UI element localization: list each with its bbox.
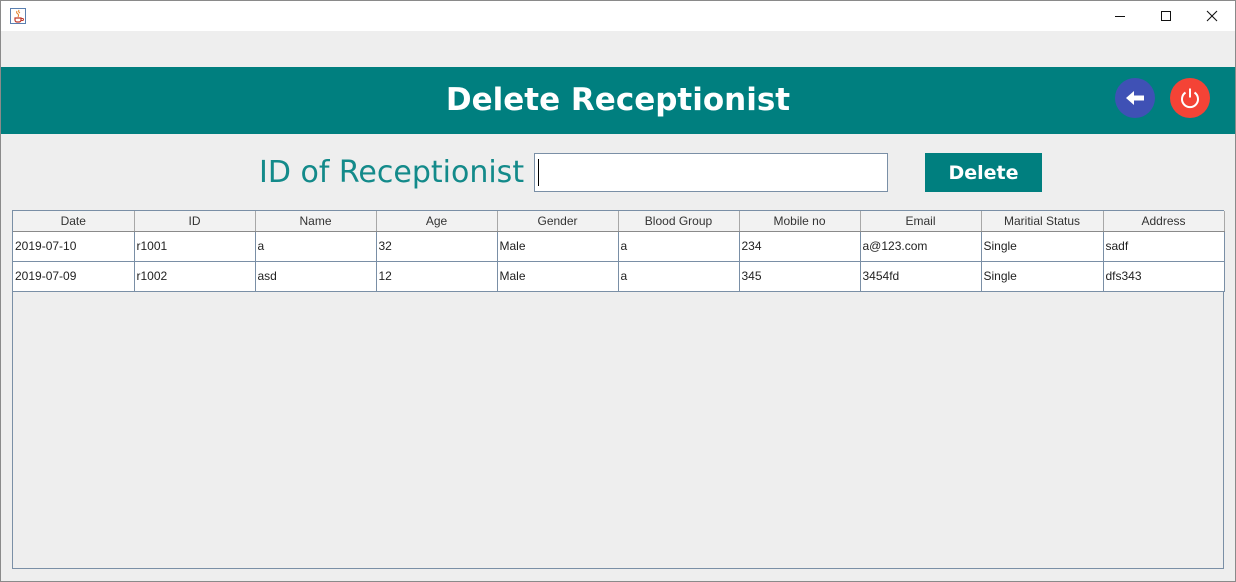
minimize-button[interactable] bbox=[1097, 1, 1143, 31]
delete-button[interactable]: Delete bbox=[925, 153, 1042, 192]
maximize-icon bbox=[1161, 11, 1171, 21]
column-header[interactable]: Email bbox=[860, 211, 982, 232]
id-of-receptionist-label: ID of Receptionist bbox=[259, 155, 525, 190]
column-header[interactable]: ID bbox=[134, 211, 256, 232]
table-cell[interactable]: r1001 bbox=[134, 231, 256, 262]
table-cell[interactable]: Single bbox=[981, 261, 1104, 292]
table-cell[interactable]: sadf bbox=[1103, 231, 1225, 262]
table-cell[interactable]: 2019-07-09 bbox=[13, 261, 135, 292]
table-cell[interactable]: a bbox=[255, 231, 377, 262]
back-button[interactable] bbox=[1115, 78, 1155, 118]
table-cell[interactable]: dfs343 bbox=[1103, 261, 1225, 292]
application-window: Delete Receptionist ID of Receptionist D… bbox=[0, 0, 1236, 582]
table-cell[interactable]: Male bbox=[497, 261, 619, 292]
table-cell[interactable]: Single bbox=[981, 231, 1104, 262]
table-body: 2019-07-10 r1001 a 32 Male a 234 a@123.com Singl… bbox=[13, 231, 1225, 292]
power-button[interactable] bbox=[1170, 78, 1210, 118]
table-cell[interactable]: r1002 bbox=[134, 261, 256, 292]
maximize-button[interactable] bbox=[1143, 1, 1189, 31]
table-header-row: Date ID Name Age Gender Blood Group Mobile no E… bbox=[13, 211, 1225, 232]
table-cell[interactable]: a bbox=[618, 231, 740, 262]
table-cell[interactable]: 32 bbox=[376, 231, 498, 262]
table-cell[interactable]: a bbox=[618, 261, 740, 292]
column-header[interactable]: Gender bbox=[497, 211, 619, 232]
table-cell[interactable]: 3454fd bbox=[860, 261, 982, 292]
table-cell[interactable]: a@123.com bbox=[860, 231, 982, 262]
java-cup-icon bbox=[10, 8, 26, 24]
column-header[interactable]: Age bbox=[376, 211, 498, 232]
arrow-left-icon bbox=[1126, 91, 1144, 105]
table-cell[interactable]: Male bbox=[497, 231, 619, 262]
receptionist-table[interactable]: Date ID Name Age Gender Blood Group Mobile no E… bbox=[12, 210, 1225, 569]
receptionist-id-input[interactable] bbox=[534, 153, 888, 192]
power-icon bbox=[1181, 88, 1199, 109]
column-header[interactable]: Name bbox=[255, 211, 377, 232]
page-title: Delete Receptionist bbox=[445, 82, 791, 118]
table-cell[interactable]: 234 bbox=[739, 231, 861, 262]
column-header[interactable]: Date bbox=[13, 211, 135, 232]
column-header[interactable]: Address bbox=[1103, 211, 1225, 232]
column-header[interactable]: Mobile no bbox=[739, 211, 861, 232]
minimize-icon bbox=[1115, 16, 1125, 17]
title-bar bbox=[1, 1, 1235, 31]
header-banner: Delete Receptionist bbox=[1, 67, 1235, 134]
text-caret bbox=[538, 159, 539, 186]
column-header[interactable]: Maritial Status bbox=[981, 211, 1104, 232]
table-cell[interactable]: 12 bbox=[376, 261, 498, 292]
column-header[interactable]: Blood Group bbox=[618, 211, 740, 232]
close-button[interactable] bbox=[1189, 1, 1235, 31]
table-cell[interactable]: asd bbox=[255, 261, 377, 292]
table-cell[interactable]: 2019-07-10 bbox=[13, 231, 135, 262]
table-cell[interactable]: 345 bbox=[739, 261, 861, 292]
table-row[interactable]: 2019-07-10 r1001 a 32 Male a 234 a@123.com Singl… bbox=[13, 231, 1225, 262]
close-icon bbox=[1206, 10, 1218, 22]
table-row[interactable]: 2019-07-09 r1002 asd 12 Male a 345 3454fd Single… bbox=[13, 261, 1225, 292]
